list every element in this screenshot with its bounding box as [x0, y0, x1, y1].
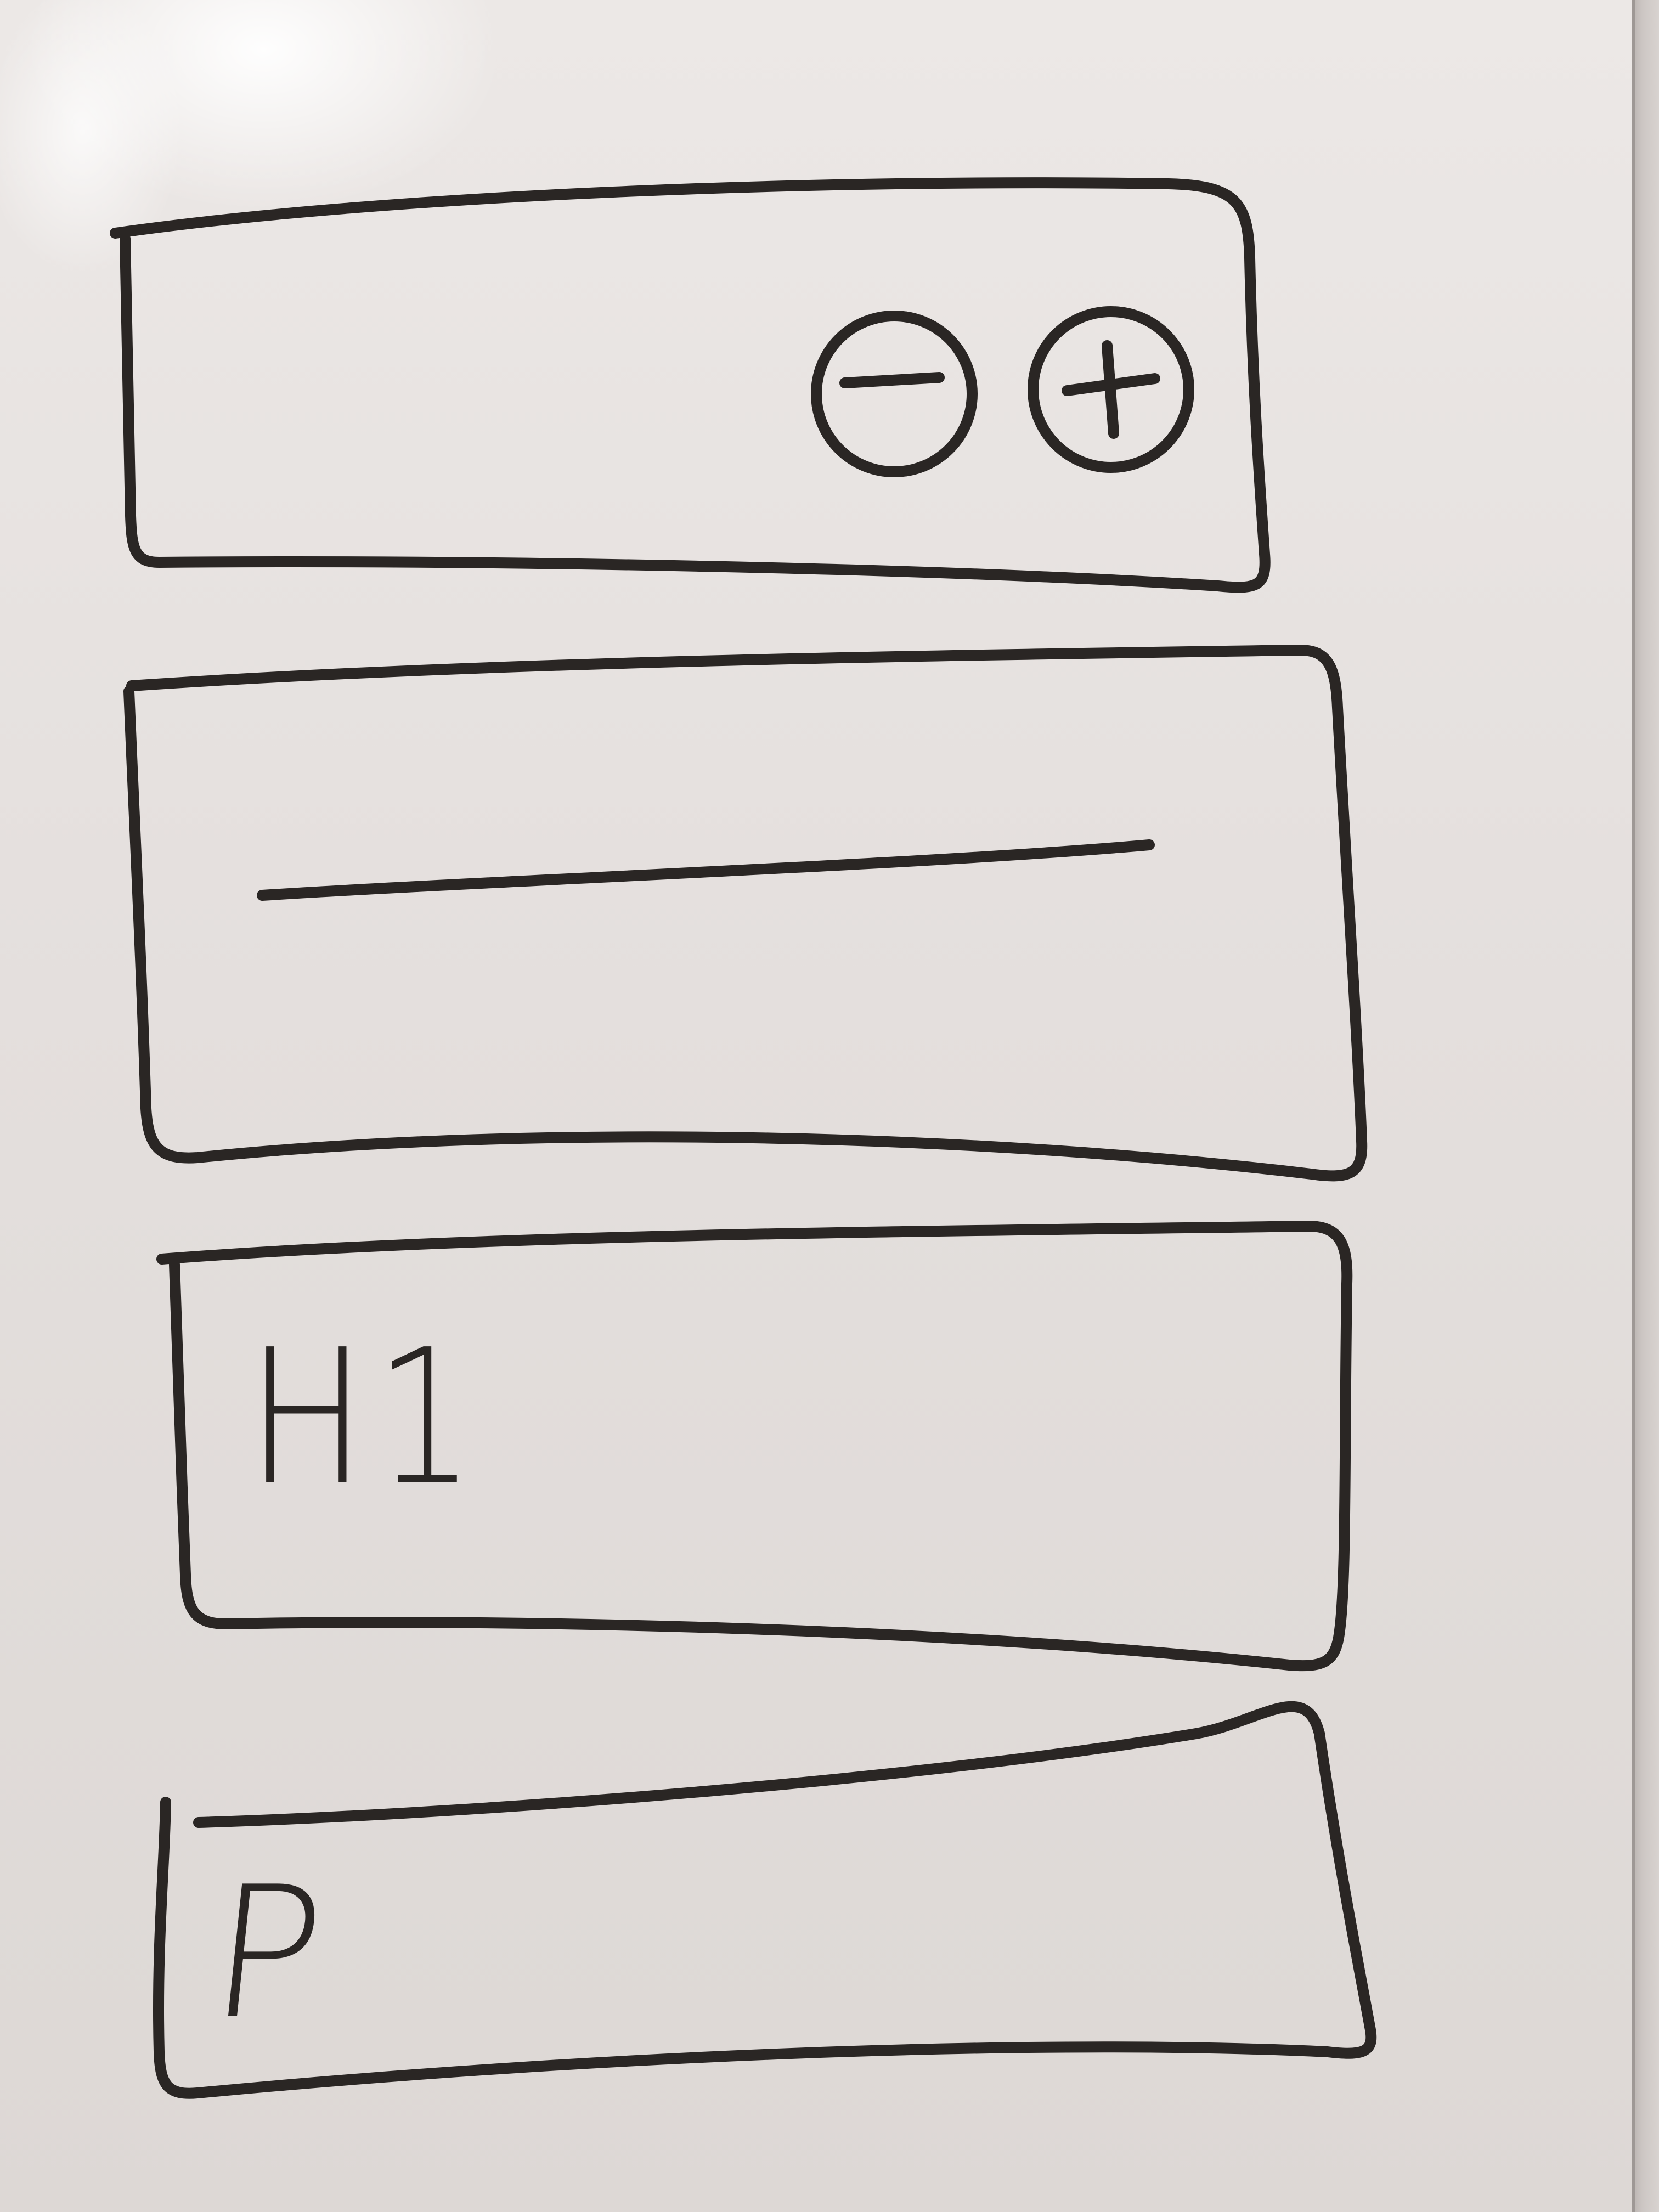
- minus-stroke: [839, 372, 945, 388]
- panel-paragraph-top-line: [193, 1701, 1325, 1828]
- panel-input-outline: [123, 645, 1368, 1182]
- minus-circle-icon: [811, 311, 978, 477]
- panel-paragraph: [153, 1701, 1377, 2099]
- panel-toolbar: [110, 177, 1271, 593]
- paragraph-label: P: [201, 1848, 333, 2058]
- heading-label: H1: [247, 1310, 484, 1527]
- panel-input[interactable]: [123, 645, 1368, 1182]
- plus-button[interactable]: [1028, 306, 1194, 473]
- minus-button[interactable]: [811, 311, 978, 477]
- plus-vertical-stroke: [1102, 340, 1119, 439]
- input-text-line: [257, 839, 1155, 901]
